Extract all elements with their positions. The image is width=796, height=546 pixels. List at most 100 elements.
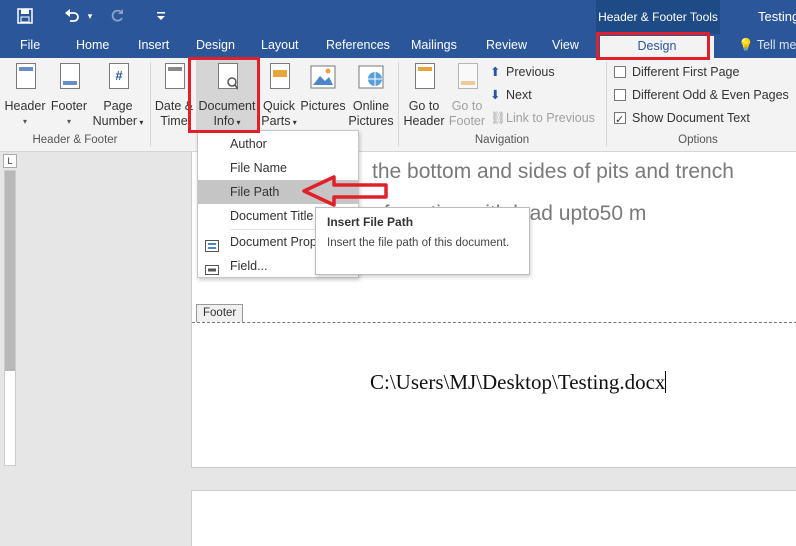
go-to-footer-icon — [452, 62, 482, 96]
quick-parts-icon — [264, 62, 294, 96]
go-to-footer-label-1: Go to — [451, 99, 483, 113]
next-label: Next — [506, 88, 532, 102]
online-pictures-label-1: Online — [352, 99, 390, 113]
chevron-down-icon: ▾ — [66, 117, 71, 126]
footer-icon — [54, 62, 84, 96]
footer-file-path[interactable]: C:\Users\MJ\Desktop\Testing.docx — [370, 370, 667, 395]
tab-selector[interactable]: L — [3, 154, 17, 168]
previous-section-icon: ⬆ — [490, 65, 501, 79]
tell-me-label: Tell me — [756, 38, 796, 52]
checkbox-icon — [614, 66, 626, 78]
tab-file[interactable]: File — [20, 34, 40, 58]
go-to-footer-label-2: Footer — [448, 114, 486, 128]
footer-label: Footer — [50, 99, 88, 113]
undo-dropdown-icon[interactable]: ▾ — [84, 4, 96, 28]
document-title: Testing — [758, 9, 796, 24]
different-odd-even-label: Different Odd & Even Pages — [632, 88, 789, 102]
menu-item-label: Field... — [230, 259, 268, 273]
page-number-label-2: Number — [92, 114, 138, 128]
footer-tab-label: Footer — [196, 304, 244, 322]
menu-item-label: Author — [230, 137, 267, 151]
footer-button[interactable]: Footer ▾ — [48, 62, 90, 129]
annotation-arrow-icon — [302, 175, 388, 207]
group-separator — [398, 62, 399, 146]
tab-mailings[interactable]: Mailings — [411, 34, 457, 58]
link-to-previous-button: ⛓Link to Previous — [490, 108, 595, 128]
online-picture-icon — [356, 62, 386, 96]
chevron-down-icon: ▾ — [137, 118, 144, 127]
tab-references[interactable]: References — [326, 34, 390, 58]
lightbulb-icon: 💡 — [738, 38, 754, 52]
picture-icon — [308, 62, 338, 96]
next-section-icon: ⬇ — [490, 88, 501, 102]
page-number-icon: # — [103, 62, 133, 96]
chevron-down-icon: ▾ — [290, 118, 297, 127]
header-label: Header — [4, 99, 46, 113]
document-property-icon — [205, 236, 219, 252]
tell-me-box[interactable]: 💡 Tell me — [738, 34, 796, 57]
different-first-page-label: Different First Page — [632, 65, 740, 79]
tab-design[interactable]: Design — [196, 34, 235, 58]
header-button[interactable]: Header ▾ — [4, 62, 46, 129]
next-button[interactable]: ⬇ Next — [490, 85, 532, 105]
calendar-icon — [159, 62, 189, 96]
previous-button[interactable]: ⬆ Previous — [490, 62, 555, 82]
redo-icon — [106, 4, 128, 28]
tab-view[interactable]: View — [552, 34, 579, 58]
previous-label: Previous — [506, 65, 555, 79]
tab-insert[interactable]: Insert — [138, 34, 169, 58]
group-separator — [150, 62, 151, 146]
save-icon[interactable] — [12, 4, 38, 28]
group-separator — [606, 62, 607, 146]
next-document-page[interactable] — [191, 490, 796, 546]
quick-parts-label-2: Parts — [261, 114, 291, 128]
customize-qat-icon[interactable] — [154, 4, 168, 28]
go-to-header-label-2: Header — [403, 114, 445, 128]
title-bar: ▾ Header & Footer Tools Testing — [0, 0, 796, 34]
menu-item-label: File Path — [230, 185, 280, 199]
menu-item-label: Document Prop — [230, 235, 317, 249]
ribbon-panel: Header ▾ Footer ▾ # Page Number ▾ Header… — [0, 58, 796, 152]
vertical-ruler — [4, 170, 16, 466]
different-odd-even-checkbox[interactable]: Different Odd & Even Pages — [614, 85, 789, 105]
online-pictures-button[interactable]: Online Pictures — [348, 62, 394, 129]
insert-file-path-tooltip: Insert File Path Insert the file path of… — [315, 207, 530, 275]
menu-item-label: File Name — [230, 161, 287, 175]
quick-parts-button[interactable]: Quick Parts ▾ — [259, 62, 299, 130]
undo-icon[interactable] — [58, 4, 86, 28]
header-footer-tools-label: Header & Footer Tools — [596, 0, 720, 34]
checkbox-icon — [614, 89, 626, 101]
go-to-footer-button: Go to Footer — [446, 62, 488, 129]
different-first-page-checkbox[interactable]: Different First Page — [614, 62, 739, 82]
body-text-line: the bottom and sides of pits and trench — [372, 160, 734, 183]
menu-item-author[interactable]: Author — [198, 132, 358, 156]
group-navigation: Navigation — [474, 134, 530, 146]
annotation-box-design-tab — [596, 32, 710, 60]
pictures-label: Pictures — [300, 99, 346, 113]
link-to-previous-label: Link to Previous — [506, 111, 595, 125]
page-number-button[interactable]: # Page Number ▾ — [92, 62, 144, 130]
show-document-text-checkbox[interactable]: Show Document Text — [614, 108, 750, 130]
go-to-header-label-1: Go to — [408, 99, 440, 113]
show-document-text-label: Show Document Text — [632, 111, 750, 125]
quick-parts-label-1: Quick — [263, 99, 295, 113]
chevron-down-icon: ▾ — [22, 117, 27, 126]
tooltip-description: Insert the file path of this document. — [327, 237, 510, 249]
tab-home[interactable]: Home — [76, 34, 109, 58]
go-to-header-button[interactable]: Go to Header — [402, 62, 446, 129]
link-icon: ⛓ — [490, 111, 506, 125]
tab-layout[interactable]: Layout — [261, 34, 299, 58]
footer-text-content: C:\Users\MJ\Desktop\Testing.docx — [370, 370, 666, 394]
group-header-footer: Header & Footer — [32, 134, 118, 146]
group-options: Options — [678, 134, 718, 146]
tooltip-title: Insert File Path — [327, 215, 414, 229]
tab-review[interactable]: Review — [486, 34, 527, 58]
header-icon — [10, 62, 40, 96]
annotation-box-document-info — [188, 57, 260, 133]
online-pictures-label-2: Pictures — [348, 114, 394, 128]
field-icon — [205, 260, 219, 275]
go-to-header-icon — [409, 62, 439, 96]
footer-divider — [192, 322, 796, 323]
pictures-button[interactable]: Pictures — [300, 62, 346, 114]
text-cursor — [665, 371, 667, 393]
